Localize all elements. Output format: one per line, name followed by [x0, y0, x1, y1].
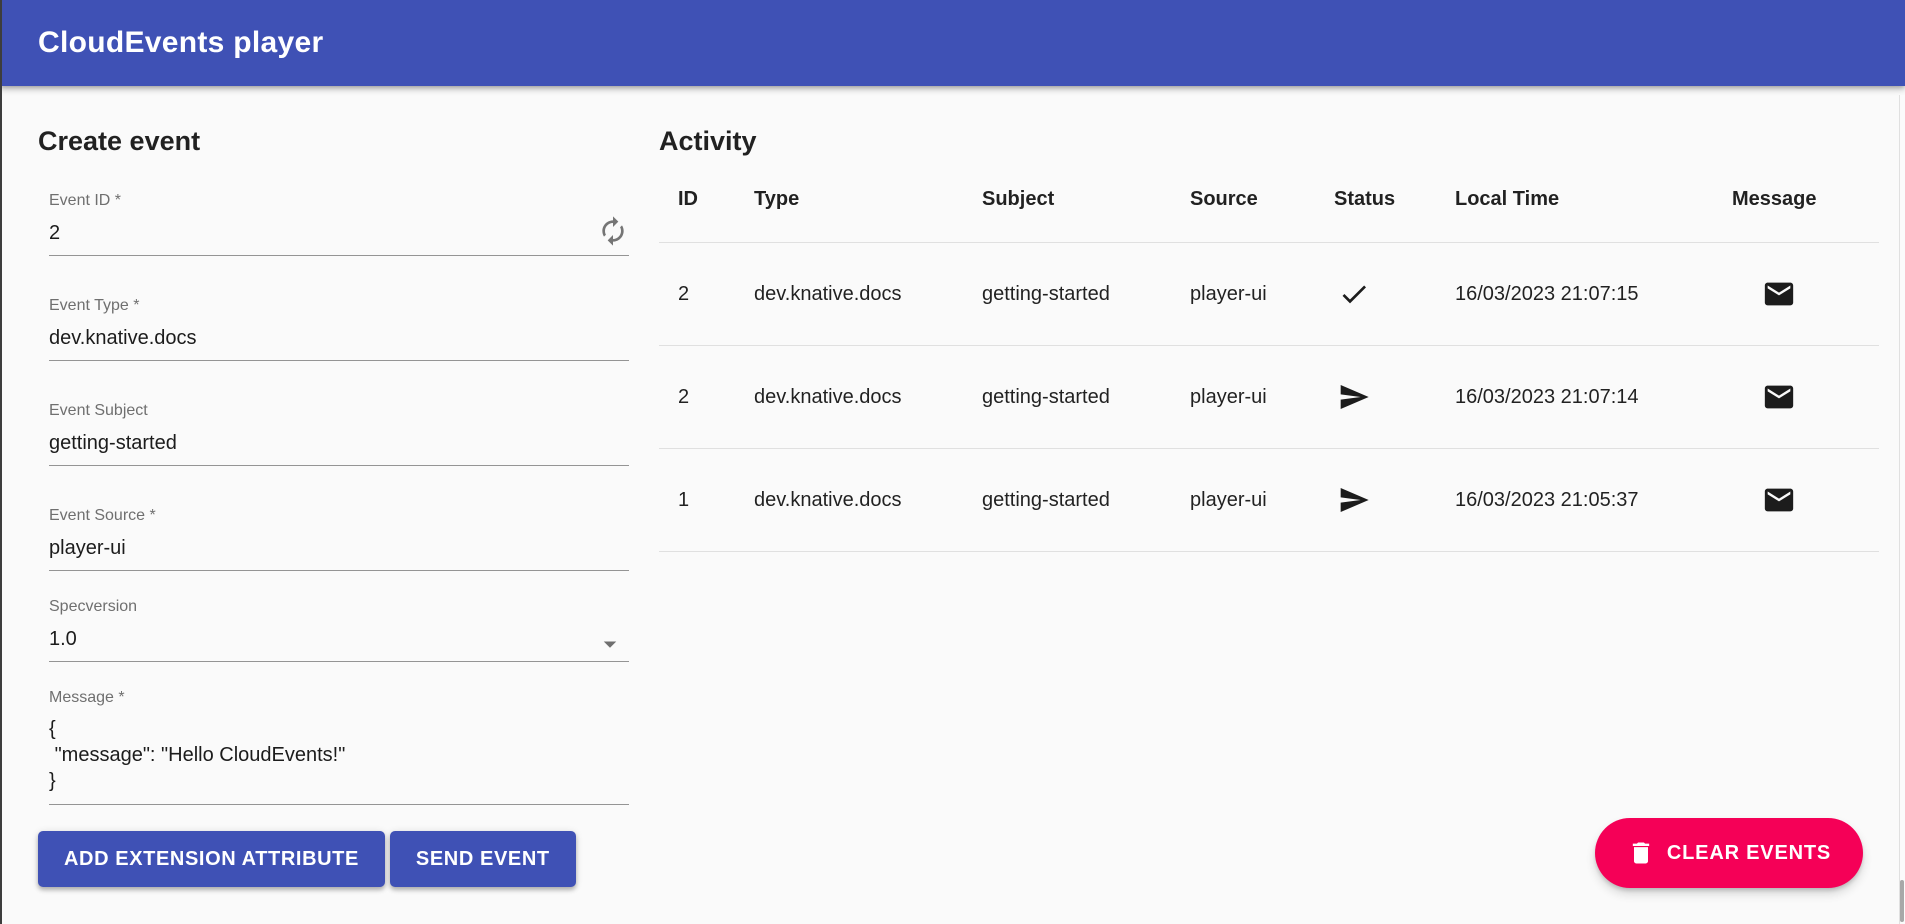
- event-source-label: Event Source *: [49, 506, 629, 526]
- row-local-time: 16/03/2023 21:05:37: [1436, 489, 1713, 512]
- check-icon: [1338, 278, 1370, 310]
- row-type: dev.knative.docs: [735, 283, 963, 306]
- event-type-input[interactable]: dev.knative.docs: [49, 324, 629, 361]
- row-status: [1315, 278, 1436, 310]
- table-header-row: ID Type Subject Source Status Local Time…: [659, 157, 1879, 243]
- message-label: Message *: [49, 688, 629, 708]
- row-id: 2: [659, 283, 735, 306]
- column-header-type: Type: [735, 188, 963, 211]
- create-event-title: Create event: [38, 126, 629, 157]
- activity-panel: Activity ID Type Subject Source Status L…: [659, 86, 1879, 552]
- table-row: 1 dev.knative.docs getting-started playe…: [659, 449, 1879, 552]
- email-icon[interactable]: [1762, 483, 1796, 517]
- clear-events-button[interactable]: CLEAR EVENTS: [1595, 818, 1863, 888]
- row-type: dev.knative.docs: [735, 489, 963, 512]
- form-buttons: ADD EXTENSION ATTRIBUTE SEND EVENT: [38, 831, 629, 887]
- event-id-field: Event ID * 2: [49, 191, 629, 256]
- trash-icon: [1627, 839, 1655, 867]
- send-icon: [1338, 484, 1370, 516]
- add-extension-attribute-button[interactable]: ADD EXTENSION ATTRIBUTE: [38, 831, 385, 887]
- row-id: 1: [659, 489, 735, 512]
- create-event-panel: Create event Event ID * 2 Event Type * d…: [0, 86, 629, 887]
- column-header-id: ID: [659, 188, 735, 211]
- table-row: 2 dev.knative.docs getting-started playe…: [659, 346, 1879, 449]
- app-title: CloudEvents player: [38, 26, 323, 60]
- row-message: [1713, 483, 1879, 517]
- row-status: [1315, 381, 1436, 413]
- app-bar: CloudEvents player: [0, 0, 1905, 86]
- row-source: player-ui: [1171, 489, 1315, 512]
- event-subject-input[interactable]: getting-started: [49, 429, 629, 466]
- email-icon[interactable]: [1762, 380, 1796, 414]
- row-subject: getting-started: [963, 386, 1171, 409]
- activity-table: ID Type Subject Source Status Local Time…: [659, 157, 1879, 552]
- event-type-field: Event Type * dev.knative.docs: [49, 296, 629, 361]
- send-icon: [1338, 381, 1370, 413]
- column-header-message: Message: [1713, 188, 1879, 211]
- specversion-field: Specversion 1.0: [49, 597, 629, 662]
- event-id-input[interactable]: 2: [49, 219, 629, 256]
- column-header-subject: Subject: [963, 188, 1171, 211]
- event-type-label: Event Type *: [49, 296, 629, 316]
- window-edge-left: [0, 0, 2, 924]
- send-event-button[interactable]: SEND EVENT: [390, 831, 576, 887]
- specversion-select[interactable]: 1.0: [49, 625, 629, 662]
- row-subject: getting-started: [963, 283, 1171, 306]
- column-header-status: Status: [1315, 188, 1436, 211]
- scrollbar-track[interactable]: [1899, 95, 1905, 924]
- message-field: Message * { "message": "Hello CloudEvent…: [49, 688, 629, 805]
- column-header-source: Source: [1171, 188, 1315, 211]
- event-subject-label: Event Subject: [49, 401, 629, 421]
- scrollbar-thumb[interactable]: [1900, 880, 1904, 922]
- row-message: [1713, 277, 1879, 311]
- row-message: [1713, 380, 1879, 414]
- row-source: player-ui: [1171, 386, 1315, 409]
- row-local-time: 16/03/2023 21:07:15: [1436, 283, 1713, 306]
- dropdown-arrow-icon[interactable]: [595, 629, 625, 659]
- autorenew-icon[interactable]: [597, 215, 629, 247]
- row-status: [1315, 484, 1436, 516]
- activity-title: Activity: [659, 126, 1879, 157]
- message-textarea[interactable]: { "message": "Hello CloudEvents!" }: [49, 716, 629, 805]
- event-id-label: Event ID *: [49, 191, 629, 211]
- clear-events-label: CLEAR EVENTS: [1667, 842, 1831, 865]
- event-source-input[interactable]: player-ui: [49, 534, 629, 571]
- email-icon[interactable]: [1762, 277, 1796, 311]
- column-header-local-time: Local Time: [1436, 188, 1713, 211]
- table-row: 2 dev.knative.docs getting-started playe…: [659, 243, 1879, 346]
- specversion-label: Specversion: [49, 597, 629, 617]
- event-source-field: Event Source * player-ui: [49, 506, 629, 571]
- row-type: dev.knative.docs: [735, 386, 963, 409]
- main-content: Create event Event ID * 2 Event Type * d…: [0, 86, 1905, 887]
- row-source: player-ui: [1171, 283, 1315, 306]
- row-local-time: 16/03/2023 21:07:14: [1436, 386, 1713, 409]
- row-id: 2: [659, 386, 735, 409]
- event-subject-field: Event Subject getting-started: [49, 401, 629, 466]
- row-subject: getting-started: [963, 489, 1171, 512]
- create-event-form: Event ID * 2 Event Type * dev.knative.do…: [49, 191, 629, 805]
